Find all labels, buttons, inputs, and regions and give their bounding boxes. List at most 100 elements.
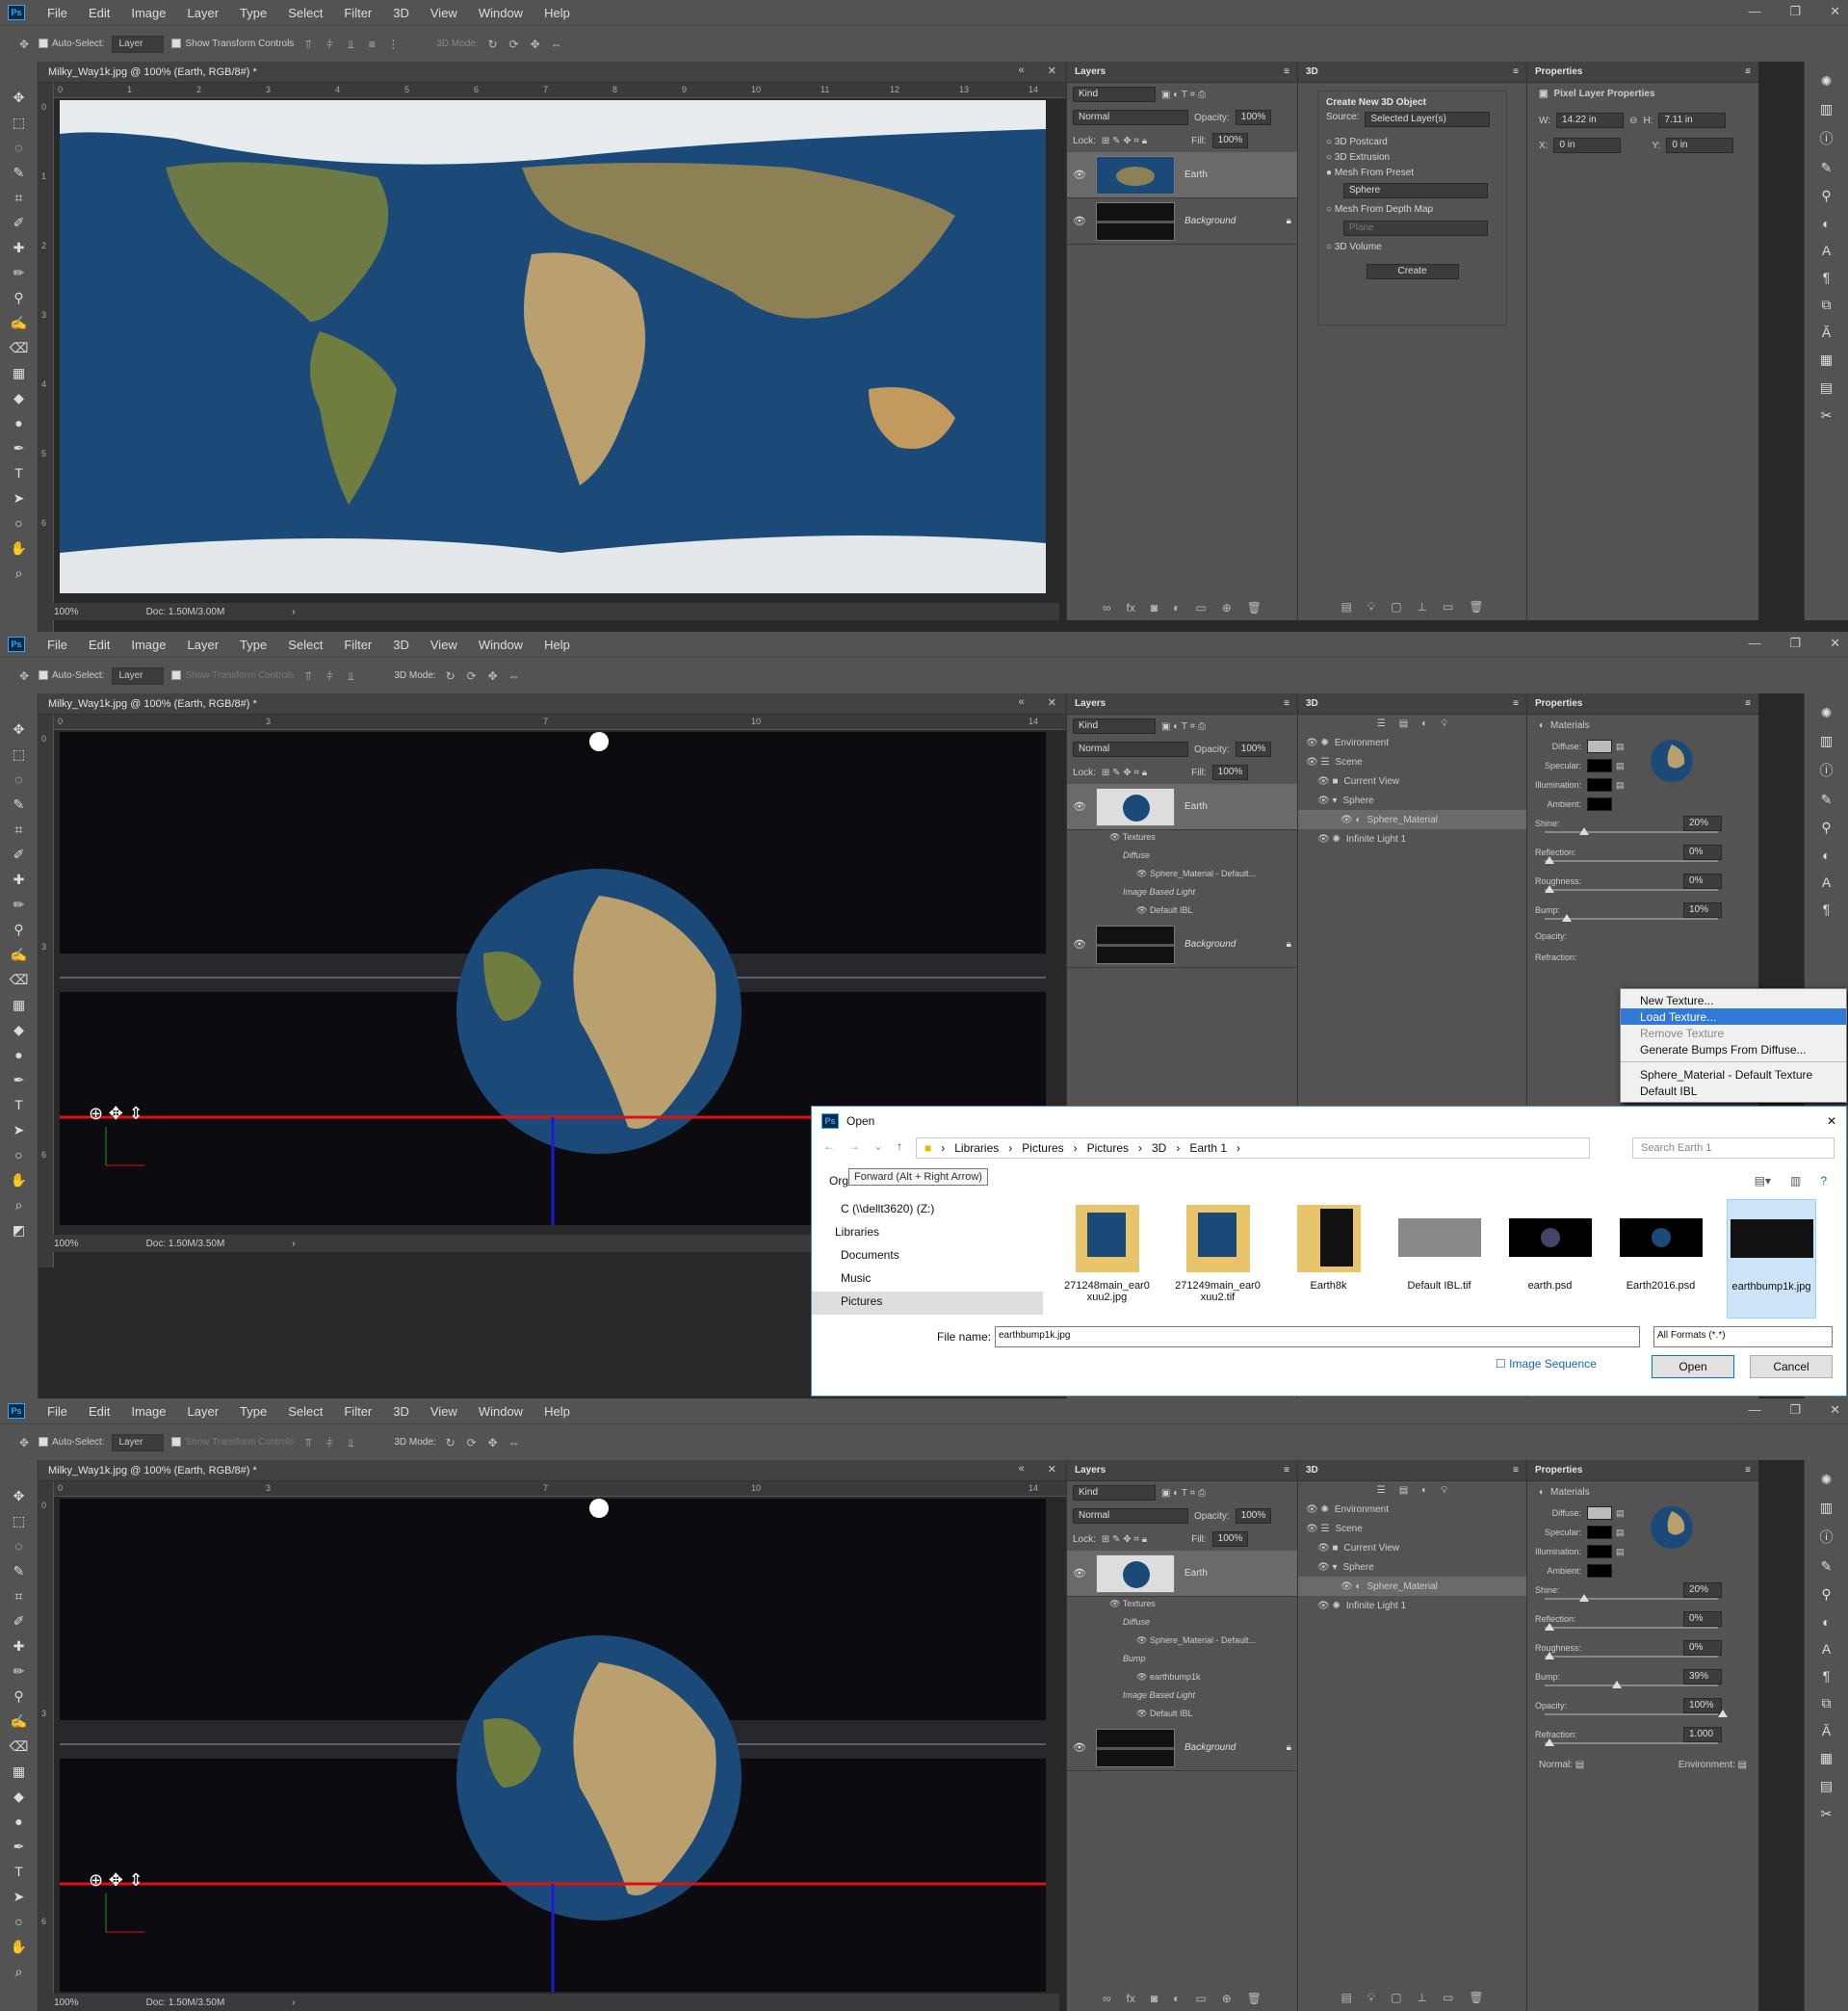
link-proportions-icon[interactable]: ⊖ bbox=[1629, 116, 1637, 126]
nav-documents[interactable]: Documents bbox=[812, 1245, 1043, 1268]
styles-icon[interactable]: ⧉ bbox=[1822, 1695, 1832, 1711]
histogram-icon[interactable]: ▥ bbox=[1820, 1500, 1833, 1516]
layers-tab[interactable]: Layers bbox=[1075, 1465, 1106, 1476]
roll-icon[interactable]: ⟳ bbox=[465, 669, 479, 683]
radio-depth-map[interactable]: ○ Mesh From Depth Map bbox=[1326, 204, 1498, 215]
ambient-swatch[interactable] bbox=[1587, 1564, 1612, 1578]
menu-image[interactable]: Image bbox=[120, 638, 176, 652]
type-icon[interactable]: T bbox=[14, 464, 23, 482]
panel-menu-icon[interactable]: ≡ bbox=[1745, 66, 1751, 77]
document-tab[interactable]: Milky_Way1k.jpg @ 100% (Earth, RGB/8#) *… bbox=[39, 1460, 1066, 1481]
trash-icon[interactable]: ▤ bbox=[1340, 600, 1351, 614]
cancel-button[interactable]: Cancel bbox=[1750, 1355, 1833, 1378]
tree-sphere[interactable]: 👁︎ ▾ Sphere bbox=[1298, 1557, 1526, 1577]
recent-icon[interactable]: ⌄ bbox=[873, 1139, 883, 1153]
shine-slider[interactable]: Shine: 20% bbox=[1527, 814, 1758, 843]
illumination-swatch[interactable] bbox=[1587, 778, 1612, 792]
file-item[interactable]: Earth2016.psd bbox=[1616, 1199, 1705, 1319]
layers-tab[interactable]: Layers bbox=[1075, 698, 1106, 709]
minimize-icon[interactable]: — bbox=[1748, 1402, 1760, 1418]
search-input[interactable]: Search Earth 1 bbox=[1632, 1137, 1835, 1159]
visibility-eye-icon[interactable]: 👁︎ bbox=[1073, 169, 1086, 181]
filter-icons[interactable]: ▣ ◐ T ⌗ ⎙ bbox=[1161, 90, 1206, 100]
radio-volume[interactable]: ○ 3D Volume bbox=[1326, 242, 1498, 252]
pen-icon[interactable]: ✒ bbox=[13, 1071, 25, 1088]
heal-icon[interactable]: ✚ bbox=[13, 239, 25, 256]
3d-tab[interactable]: 3D bbox=[1306, 698, 1318, 709]
swatches-icon[interactable]: ▦ bbox=[1820, 352, 1833, 368]
light-handle-icon[interactable] bbox=[589, 732, 609, 751]
styles-icon[interactable]: ⧉ bbox=[1822, 297, 1832, 313]
mesh-filter-icon[interactable]: ▤ bbox=[1399, 718, 1408, 729]
layer-kind-filter[interactable]: Kind bbox=[1073, 1485, 1156, 1501]
slide-icon[interactable]: ⇔ bbox=[508, 669, 521, 683]
doc-collapse-icon[interactable]: « bbox=[1019, 1463, 1025, 1476]
notes-icon[interactable]: ▤ bbox=[1820, 1778, 1833, 1794]
info-icon[interactable]: ⓘ bbox=[1820, 1528, 1834, 1547]
marquee-icon[interactable]: ⬚ bbox=[13, 1512, 25, 1529]
layer-background[interactable]: 👁︎ Background 🔒︎ bbox=[1067, 1725, 1297, 1771]
brush-settings-icon[interactable]: ✎ bbox=[1821, 1558, 1833, 1575]
marquee-icon[interactable]: ⬚ bbox=[13, 114, 25, 131]
bump-slider[interactable]: Bump: 10% bbox=[1527, 901, 1758, 929]
blur-icon[interactable]: ◆ bbox=[13, 1021, 24, 1038]
blend-mode-select[interactable]: Normal bbox=[1073, 110, 1188, 125]
align-middle-icon[interactable]: ⫩ bbox=[323, 669, 336, 683]
up-icon[interactable]: ↑ bbox=[897, 1139, 902, 1153]
history-brush-icon[interactable]: ✍ bbox=[11, 314, 27, 331]
visibility-eye-icon[interactable]: 👁︎ bbox=[1073, 1741, 1086, 1754]
menu-sphere-default[interactable]: Sphere_Material - Default Texture bbox=[1621, 1066, 1846, 1083]
fill-input[interactable]: 100% bbox=[1211, 133, 1249, 148]
textures-item[interactable]: 👁︎ Textures bbox=[1067, 1597, 1297, 1615]
zoom-icon[interactable]: ⌕ bbox=[15, 1963, 23, 1980]
properties-tab[interactable]: Properties bbox=[1535, 66, 1582, 77]
file-type-select[interactable]: All Formats (*.*) bbox=[1653, 1326, 1833, 1347]
menu-image[interactable]: Image bbox=[120, 1404, 176, 1419]
light-filter-icon[interactable]: 💡︎ bbox=[1441, 718, 1447, 729]
doc-close-icon[interactable]: ✕ bbox=[1048, 696, 1056, 709]
texture-menu-icon[interactable]: ▤ bbox=[1616, 742, 1625, 752]
roll-icon[interactable]: ⟳ bbox=[508, 38, 521, 51]
file-item[interactable]: Earth8k bbox=[1284, 1199, 1373, 1319]
auto-select-checkbox[interactable]: Auto-Select: bbox=[39, 1437, 104, 1448]
restore-icon[interactable]: ❐ bbox=[1789, 4, 1801, 19]
menu-window[interactable]: Window bbox=[468, 1404, 534, 1419]
menu-help[interactable]: Help bbox=[534, 6, 581, 20]
auto-select-target[interactable]: Layer bbox=[112, 666, 165, 685]
layer-kind-filter[interactable]: Kind bbox=[1073, 87, 1156, 102]
info-icon[interactable]: ⓘ bbox=[1820, 761, 1834, 780]
clone-source-icon[interactable]: ⚲ bbox=[1821, 188, 1831, 204]
opacity-input[interactable]: 100% bbox=[1235, 742, 1272, 757]
menu-help[interactable]: Help bbox=[534, 638, 581, 652]
image-sequence-checkbox[interactable]: ☐ Image Sequence bbox=[1496, 1357, 1597, 1371]
minimize-icon[interactable]: — bbox=[1748, 4, 1760, 19]
doc-collapse-icon[interactable]: « bbox=[1019, 65, 1025, 77]
menu-filter[interactable]: Filter bbox=[333, 638, 382, 652]
texture-menu-icon[interactable]: ▤ bbox=[1616, 1508, 1625, 1519]
radio-extrusion[interactable]: ○ 3D Extrusion bbox=[1326, 152, 1498, 163]
adjustment-icon[interactable]: ◐ bbox=[1173, 1992, 1180, 2005]
trash-icon[interactable]: ▤ bbox=[1340, 1991, 1351, 2005]
move-icon[interactable]: ✥ bbox=[13, 720, 25, 738]
adjustments-icon[interactable]: ◐ bbox=[1822, 1614, 1830, 1630]
panel-menu-icon[interactable]: ≡ bbox=[1745, 1465, 1751, 1476]
light-icon[interactable]: 💡︎ bbox=[1367, 600, 1375, 614]
menu-load-texture[interactable]: Load Texture... bbox=[1621, 1008, 1846, 1025]
path-select-icon[interactable]: ➤ bbox=[13, 1121, 25, 1138]
radio-postcard[interactable]: ○ 3D Postcard bbox=[1326, 137, 1498, 147]
textures-item[interactable]: 👁︎ Textures bbox=[1067, 830, 1297, 849]
menu-filter[interactable]: Filter bbox=[333, 6, 382, 20]
move-icon[interactable]: ✥ bbox=[13, 89, 25, 106]
preset-select[interactable]: Sphere bbox=[1343, 183, 1488, 198]
align-middle-icon[interactable]: ⫩ bbox=[323, 1436, 336, 1449]
pan-icon[interactable]: ✥ bbox=[529, 38, 542, 51]
properties-tab[interactable]: Properties bbox=[1535, 1465, 1582, 1476]
gradient-icon[interactable]: ▦ bbox=[13, 1763, 25, 1780]
visibility-eye-icon[interactable]: 👁︎ bbox=[1073, 800, 1086, 813]
character-icon[interactable]: A bbox=[1822, 875, 1831, 890]
ibl-item[interactable]: 👁︎ Default IBL bbox=[1067, 903, 1297, 922]
roughness-slider[interactable]: Roughness: 0% bbox=[1527, 1638, 1758, 1667]
lasso-icon[interactable]: ◌ bbox=[14, 139, 22, 156]
preview-pane-icon[interactable]: ▥ bbox=[1790, 1174, 1801, 1188]
diffuse-texture-item[interactable]: 👁︎ Sphere_Material - Default... bbox=[1067, 1633, 1297, 1652]
